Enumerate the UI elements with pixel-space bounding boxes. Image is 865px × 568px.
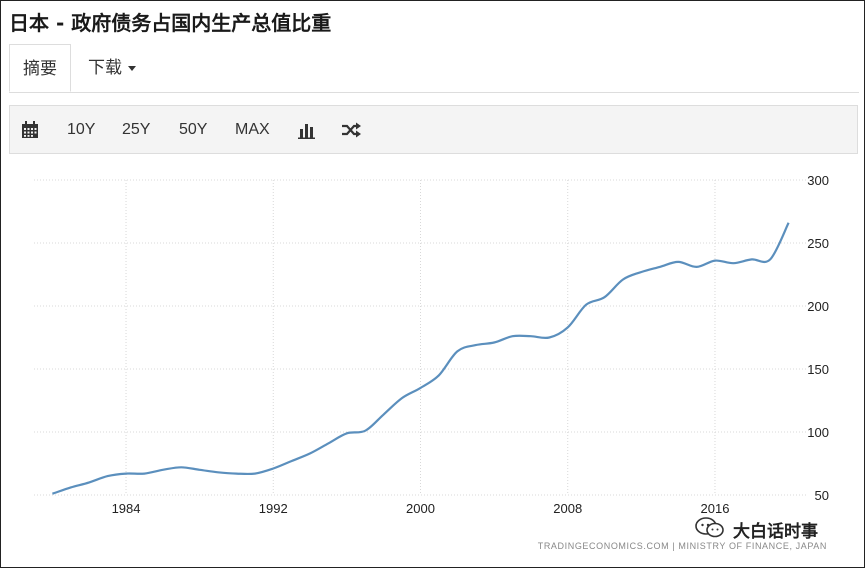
toolbar: 10Y 25Y 50Y MAX — [9, 105, 858, 154]
shuffle-icon[interactable] — [341, 106, 361, 153]
range-max-button[interactable]: MAX — [235, 106, 270, 153]
chat-bubble-icon — [695, 517, 724, 538]
calendar-icon[interactable] — [21, 106, 39, 153]
y-tick-label: 50 — [815, 488, 829, 503]
tab-summary[interactable]: 摘要 — [9, 44, 71, 92]
x-tick-label: 2008 — [553, 501, 582, 516]
page-title: 日本 - 政府债务占国内生产总值比重 — [9, 11, 332, 35]
range-25y-button[interactable]: 25Y — [122, 106, 150, 153]
line-chart: 50 100 150 200 250 300 1984 1992 2000 2008 2016 TRA… — [34, 173, 829, 551]
tab-download[interactable]: 下载 — [88, 44, 136, 92]
y-tick-label: 250 — [807, 236, 829, 251]
x-tick-label: 1992 — [259, 501, 288, 516]
caret-down-icon — [128, 65, 136, 71]
watermark-text: 大白话时事 — [733, 522, 818, 542]
tab-download-label: 下载 — [88, 58, 122, 78]
range-10y-button[interactable]: 10Y — [67, 106, 95, 153]
x-tick-label: 2000 — [406, 501, 435, 516]
y-tick-label: 100 — [807, 425, 829, 440]
x-tick-label: 2016 — [701, 501, 730, 516]
y-tick-label: 150 — [807, 362, 829, 377]
y-tick-label: 300 — [807, 173, 829, 188]
source-credit: TRADINGECONOMICS.COM | MINISTRY OF FINAN… — [538, 541, 827, 551]
range-50y-button[interactable]: 50Y — [179, 106, 207, 153]
tab-bar: 摘要 下载 — [9, 44, 859, 93]
x-tick-label: 1984 — [112, 501, 141, 516]
bar-chart-icon[interactable] — [298, 106, 316, 153]
y-tick-label: 200 — [807, 299, 829, 314]
